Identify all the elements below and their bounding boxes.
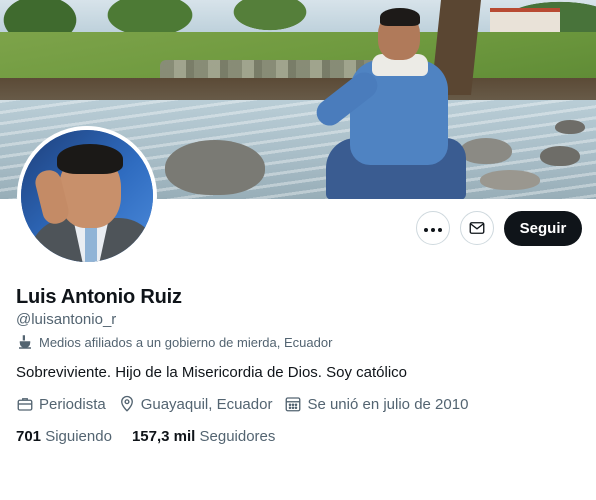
location-pin-icon [118,395,136,413]
following-link[interactable]: 701 Siguiendo [16,428,112,445]
profile-handle: @luisantonio_r [16,311,117,328]
banner-person-hair [380,8,420,26]
profile-avatar[interactable] [17,126,157,266]
calendar-icon [284,395,302,413]
banner-rock [165,140,265,195]
followers-count: 157,3 mil [131,428,196,445]
follow-button[interactable]: Seguir [504,211,582,246]
profile-name: Luis Antonio Ruiz [16,286,182,308]
avatar-tie [85,226,97,262]
banner-rock [460,138,512,164]
following-label: Siguiendo [45,428,112,445]
joined-text: Se unió en julio de 2010 [307,395,469,413]
mail-icon [468,219,486,237]
profile-bio: Sobreviviente. Hijo de la Misericordia d… [16,364,408,381]
profile-stats: 701 Siguiendo 157,3 mil Seguidores [16,428,295,445]
more-options-button[interactable] [416,211,450,245]
message-button[interactable] [460,211,494,245]
followers-label: Seguidores [199,428,276,445]
location-item: Guayaquil, Ecuador [118,395,273,413]
profession-text: Periodista [39,395,106,413]
briefcase-icon [16,395,34,413]
location-text: Guayaquil, Ecuador [140,395,273,413]
followers-link[interactable]: 157,3 mil Seguidores [132,428,275,445]
banner-rock [555,120,585,134]
avatar-hair [57,144,123,174]
more-icon [423,219,444,237]
following-count: 701 [16,428,42,445]
profession-item: Periodista [16,395,106,413]
affiliation-text: Medios afiliados a un gobierno de mierda… [39,334,333,350]
joined-item: Se unió en julio de 2010 [284,395,468,413]
banner-rock [480,170,540,190]
government-affiliation-icon [16,333,34,351]
banner-rock [540,146,580,166]
profile-meta: Periodista Guayaquil, Ecuador Se unió en… [16,395,480,413]
affiliation-label[interactable]: Medios afiliados a un gobierno de mierda… [16,333,332,351]
